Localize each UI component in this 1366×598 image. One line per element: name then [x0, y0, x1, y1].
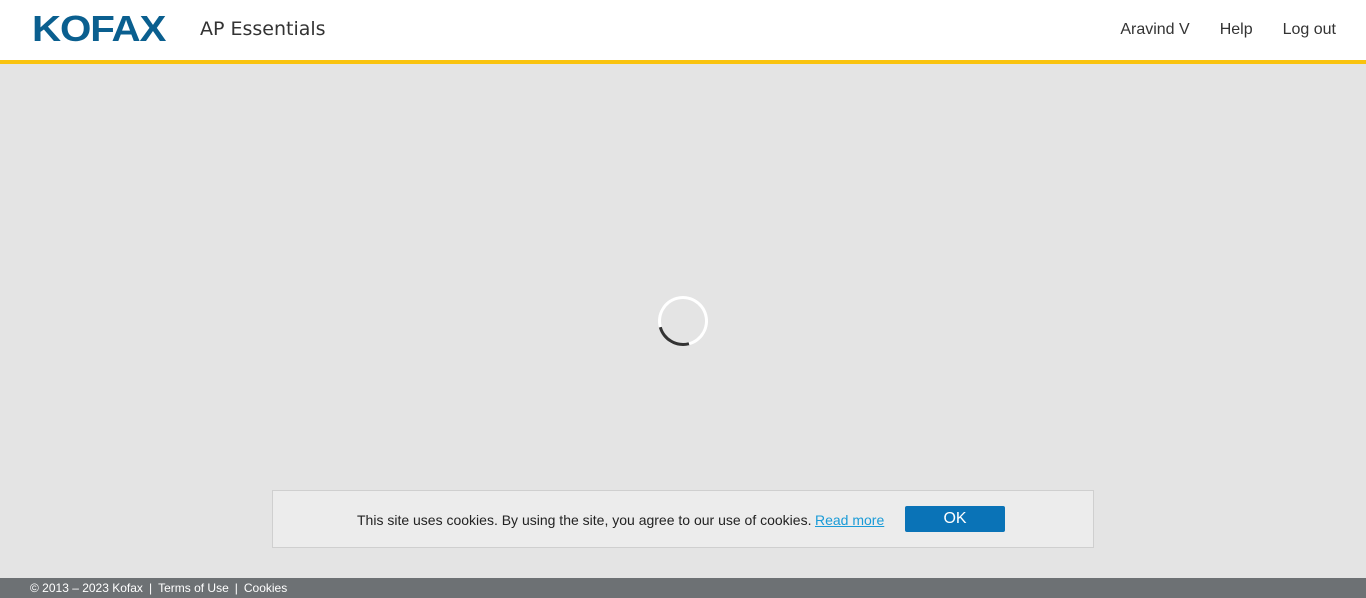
terms-of-use-link[interactable]: Terms of Use [158, 581, 229, 595]
cookie-message: This site uses cookies. By using the sit… [357, 512, 812, 528]
top-header: KOFAX AP Essentials Aravind V Help Log o… [0, 0, 1366, 64]
user-menu-link[interactable]: Aravind V [1120, 20, 1189, 40]
read-more-link[interactable]: Read more [815, 511, 884, 529]
footer-separator: | [234, 581, 238, 595]
logout-link[interactable]: Log out [1283, 20, 1336, 40]
cookies-link[interactable]: Cookies [244, 581, 287, 595]
kofax-logo[interactable]: KOFAX [32, 11, 166, 47]
cookie-ok-button[interactable]: OK [905, 506, 1005, 532]
cookie-banner: This site uses cookies. By using the sit… [272, 490, 1094, 548]
header-nav: Aravind V Help Log out [1120, 20, 1336, 40]
footer-separator: | [148, 581, 153, 595]
app-title: AP Essentials [200, 18, 326, 40]
loading-spinner-icon [648, 286, 718, 356]
copyright-text: © 2013 – 2023 Kofax [30, 581, 143, 595]
footer: © 2013 – 2023 Kofax | Terms of Use | Cookies [0, 578, 1366, 598]
help-link[interactable]: Help [1220, 20, 1253, 40]
